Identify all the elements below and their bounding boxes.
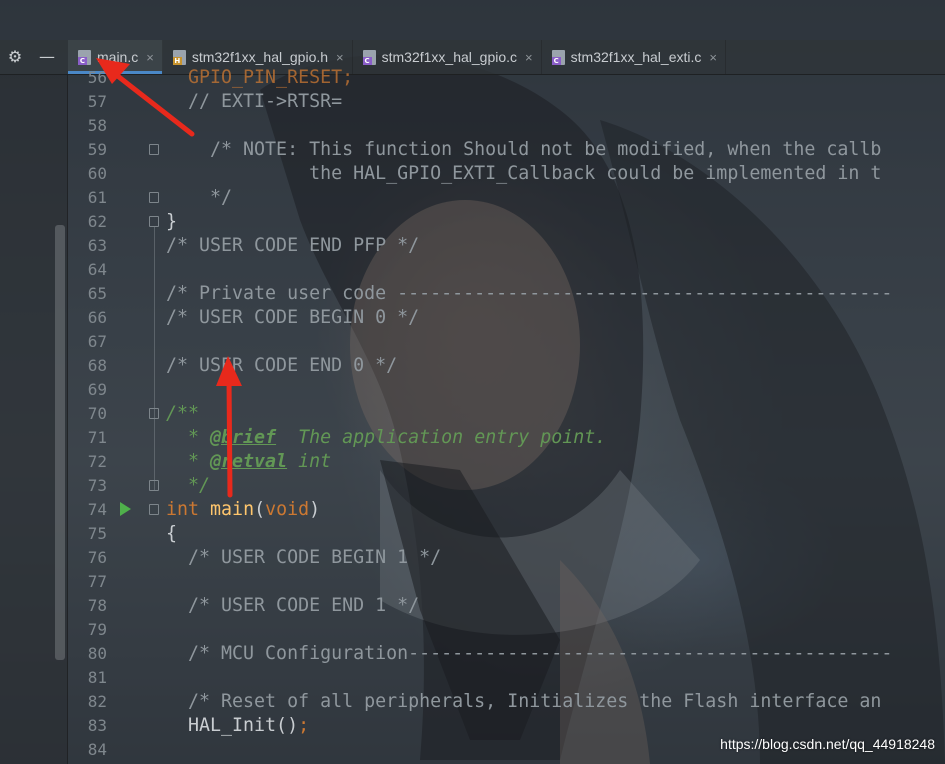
- line-number: 64: [87, 260, 107, 279]
- code-line-80[interactable]: /* MCU Configuration--------------------…: [166, 642, 892, 666]
- code-line-71[interactable]: * @brief The application entry point.: [166, 426, 606, 450]
- line-number: 72: [87, 452, 107, 471]
- fold-marker[interactable]: [149, 192, 159, 203]
- line-number: 58: [87, 116, 107, 135]
- code-line-72[interactable]: * @retval int: [166, 450, 331, 474]
- minus-icon[interactable]: —: [38, 48, 56, 66]
- line-number: 63: [87, 236, 107, 255]
- code-line-56[interactable]: GPIO_PIN_RESET;: [166, 66, 353, 90]
- code-line-76[interactable]: /* USER CODE BEGIN 1 */: [166, 546, 441, 570]
- code-line-74[interactable]: int main(void): [166, 498, 320, 522]
- doc-tag-retval: @retval: [210, 451, 288, 472]
- close-icon[interactable]: ×: [146, 50, 154, 65]
- line-number: 75: [87, 524, 107, 543]
- run-gutter-icon[interactable]: [120, 502, 131, 516]
- fold-marker[interactable]: [149, 144, 159, 155]
- code-line-63[interactable]: /* USER CODE END PFP */: [166, 234, 419, 258]
- line-number: 79: [87, 620, 107, 639]
- line-number: 77: [87, 572, 107, 591]
- line-number: 74: [87, 500, 107, 519]
- doc-star: *: [166, 451, 211, 472]
- line-number: 62: [87, 212, 107, 231]
- fold-marker[interactable]: [149, 504, 159, 515]
- tab-stm32f1xx-hal-gpio-c[interactable]: C stm32f1xx_hal_gpio.c ×: [353, 40, 542, 74]
- code-line-82[interactable]: /* Reset of all peripherals, Initializes…: [166, 690, 881, 714]
- panel-scrollbar[interactable]: [55, 225, 65, 660]
- c-file-icon: C: [362, 49, 376, 65]
- line-number: 71: [87, 428, 107, 447]
- code-line-57[interactable]: // EXTI->RTSR=: [166, 90, 342, 114]
- line-number: 78: [87, 596, 107, 615]
- line-number: 73: [87, 476, 107, 495]
- doc-star: *: [166, 427, 211, 448]
- doc-tag-brief: @brief: [210, 427, 277, 448]
- code-line-78[interactable]: /* USER CODE END 1 */: [166, 594, 419, 618]
- line-number: 82: [87, 692, 107, 711]
- line-number: 68: [87, 356, 107, 375]
- code-line-59[interactable]: /* NOTE: This function Should not be mod…: [166, 138, 881, 162]
- semicolon: ;: [298, 715, 310, 736]
- h-file-icon: H: [172, 49, 186, 65]
- code-line-83[interactable]: HAL_Init();: [166, 714, 309, 738]
- code-line-65[interactable]: /* Private user code -------------------…: [166, 282, 892, 306]
- code-line-68[interactable]: /* USER CODE END 0 */: [166, 354, 397, 378]
- function-call: HAL_Init(): [166, 715, 299, 736]
- line-number: 57: [87, 92, 107, 111]
- code-line-60[interactable]: the HAL_GPIO_EXTI_Callback could be impl…: [166, 162, 881, 186]
- fold-marker[interactable]: [149, 480, 159, 491]
- code-line-75[interactable]: {: [166, 522, 177, 546]
- keyword-void: void: [265, 499, 310, 520]
- close-icon[interactable]: ×: [336, 50, 344, 65]
- fold-guide: [154, 226, 155, 490]
- code-line-70[interactable]: /**: [166, 402, 199, 426]
- doc-text: The application entry point.: [276, 427, 607, 448]
- line-number: 70: [87, 404, 107, 423]
- line-number: 80: [87, 644, 107, 663]
- line-number: 83: [87, 716, 107, 735]
- watermark-url: https://blog.csdn.net/qq_44918248: [720, 736, 935, 752]
- code-line-66[interactable]: /* USER CODE BEGIN 0 */: [166, 306, 419, 330]
- paren-open: (: [254, 499, 266, 520]
- gear-icon[interactable]: ⚙: [6, 48, 24, 66]
- code-line-61[interactable]: */: [166, 186, 232, 210]
- line-number: 60: [87, 164, 107, 183]
- line-number: 59: [87, 140, 107, 159]
- tab-stm32f1xx-hal-exti-c[interactable]: C stm32f1xx_hal_exti.c ×: [542, 40, 726, 74]
- line-number: 76: [87, 548, 107, 567]
- c-file-icon: C: [551, 49, 565, 65]
- line-number: 66: [87, 308, 107, 327]
- line-number: 56: [87, 68, 107, 87]
- tab-label: stm32f1xx_hal_gpio.h: [191, 49, 329, 65]
- c-file-icon: C: [78, 49, 91, 65]
- doc-text: int: [287, 451, 332, 472]
- close-icon[interactable]: ×: [525, 50, 533, 65]
- keyword-int: int: [166, 499, 200, 520]
- editor-tab-bar: ⚙ — C main.c × H stm32f1xx_hal_gpio.h × …: [0, 40, 945, 75]
- tab-label: stm32f1xx_hal_exti.c: [570, 49, 702, 65]
- fold-marker[interactable]: [149, 408, 159, 419]
- function-name-main: main: [210, 499, 255, 520]
- line-number: 81: [87, 668, 107, 687]
- line-number: 67: [87, 332, 107, 351]
- line-number: 69: [87, 380, 107, 399]
- paren-close: ): [309, 499, 321, 520]
- line-number: 65: [87, 284, 107, 303]
- code-line-62[interactable]: }: [166, 210, 177, 234]
- line-number: 61: [87, 188, 107, 207]
- close-icon[interactable]: ×: [709, 50, 717, 65]
- tab-label: stm32f1xx_hal_gpio.c: [381, 49, 518, 65]
- tab-label: main.c: [97, 49, 139, 65]
- line-number: 84: [87, 740, 107, 759]
- code-line-73[interactable]: */: [166, 474, 210, 498]
- ide-window: ⚙ — C main.c × H stm32f1xx_hal_gpio.h × …: [0, 0, 945, 764]
